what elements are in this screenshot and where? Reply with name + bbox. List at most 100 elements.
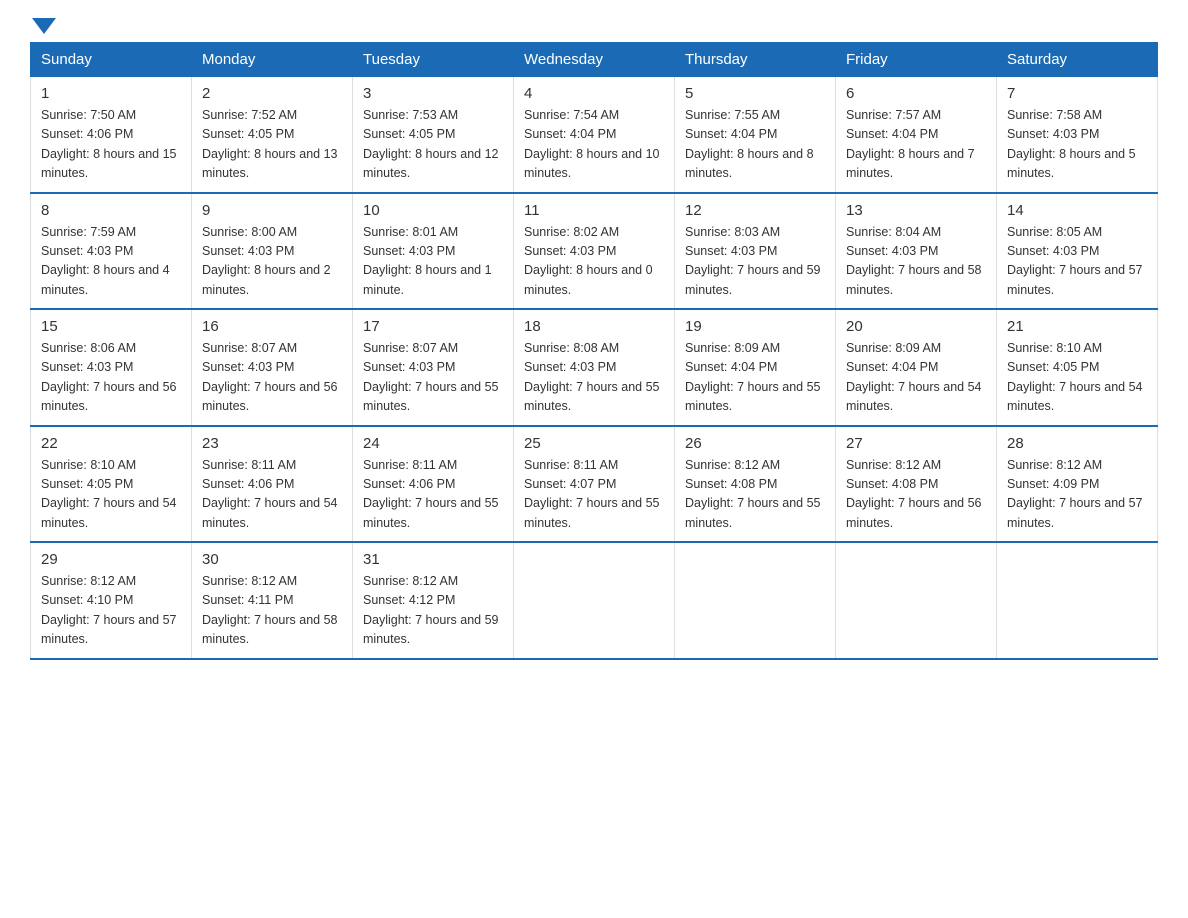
calendar-cell: 9 Sunrise: 8:00 AM Sunset: 4:03 PM Dayli… [192, 193, 353, 310]
day-info: Sunrise: 7:53 AM Sunset: 4:05 PM Dayligh… [363, 106, 503, 184]
day-number: 24 [363, 435, 503, 452]
calendar-cell: 21 Sunrise: 8:10 AM Sunset: 4:05 PM Dayl… [997, 309, 1158, 426]
calendar-cell: 26 Sunrise: 8:12 AM Sunset: 4:08 PM Dayl… [675, 426, 836, 543]
day-info: Sunrise: 7:52 AM Sunset: 4:05 PM Dayligh… [202, 106, 342, 184]
day-info: Sunrise: 8:03 AM Sunset: 4:03 PM Dayligh… [685, 223, 825, 301]
day-number: 16 [202, 318, 342, 335]
calendar-cell: 18 Sunrise: 8:08 AM Sunset: 4:03 PM Dayl… [514, 309, 675, 426]
calendar-cell: 8 Sunrise: 7:59 AM Sunset: 4:03 PM Dayli… [31, 193, 192, 310]
day-info: Sunrise: 8:10 AM Sunset: 4:05 PM Dayligh… [1007, 339, 1147, 417]
weekday-header-thursday: Thursday [675, 43, 836, 77]
day-number: 10 [363, 202, 503, 219]
day-info: Sunrise: 7:58 AM Sunset: 4:03 PM Dayligh… [1007, 106, 1147, 184]
day-info: Sunrise: 8:12 AM Sunset: 4:12 PM Dayligh… [363, 572, 503, 650]
day-number: 22 [41, 435, 181, 452]
day-info: Sunrise: 7:50 AM Sunset: 4:06 PM Dayligh… [41, 106, 181, 184]
day-info: Sunrise: 8:11 AM Sunset: 4:06 PM Dayligh… [202, 456, 342, 534]
day-info: Sunrise: 8:09 AM Sunset: 4:04 PM Dayligh… [685, 339, 825, 417]
week-row-4: 22 Sunrise: 8:10 AM Sunset: 4:05 PM Dayl… [31, 426, 1158, 543]
day-info: Sunrise: 8:02 AM Sunset: 4:03 PM Dayligh… [524, 223, 664, 301]
day-number: 7 [1007, 85, 1147, 102]
day-number: 21 [1007, 318, 1147, 335]
calendar-cell: 25 Sunrise: 8:11 AM Sunset: 4:07 PM Dayl… [514, 426, 675, 543]
day-info: Sunrise: 8:12 AM Sunset: 4:09 PM Dayligh… [1007, 456, 1147, 534]
day-info: Sunrise: 8:04 AM Sunset: 4:03 PM Dayligh… [846, 223, 986, 301]
day-info: Sunrise: 8:11 AM Sunset: 4:07 PM Dayligh… [524, 456, 664, 534]
weekday-header-monday: Monday [192, 43, 353, 77]
day-info: Sunrise: 8:01 AM Sunset: 4:03 PM Dayligh… [363, 223, 503, 301]
day-info: Sunrise: 8:12 AM Sunset: 4:10 PM Dayligh… [41, 572, 181, 650]
day-number: 4 [524, 85, 664, 102]
day-number: 25 [524, 435, 664, 452]
weekday-header-sunday: Sunday [31, 43, 192, 77]
calendar-cell: 12 Sunrise: 8:03 AM Sunset: 4:03 PM Dayl… [675, 193, 836, 310]
day-info: Sunrise: 8:07 AM Sunset: 4:03 PM Dayligh… [363, 339, 503, 417]
day-info: Sunrise: 8:12 AM Sunset: 4:08 PM Dayligh… [685, 456, 825, 534]
day-info: Sunrise: 8:07 AM Sunset: 4:03 PM Dayligh… [202, 339, 342, 417]
day-number: 19 [685, 318, 825, 335]
day-number: 17 [363, 318, 503, 335]
calendar-cell: 1 Sunrise: 7:50 AM Sunset: 4:06 PM Dayli… [31, 77, 192, 193]
calendar-cell: 4 Sunrise: 7:54 AM Sunset: 4:04 PM Dayli… [514, 77, 675, 193]
calendar-cell: 19 Sunrise: 8:09 AM Sunset: 4:04 PM Dayl… [675, 309, 836, 426]
day-number: 5 [685, 85, 825, 102]
calendar-cell: 16 Sunrise: 8:07 AM Sunset: 4:03 PM Dayl… [192, 309, 353, 426]
calendar-cell [836, 542, 997, 659]
day-number: 8 [41, 202, 181, 219]
calendar-cell: 10 Sunrise: 8:01 AM Sunset: 4:03 PM Dayl… [353, 193, 514, 310]
day-number: 26 [685, 435, 825, 452]
day-number: 3 [363, 85, 503, 102]
calendar-cell: 14 Sunrise: 8:05 AM Sunset: 4:03 PM Dayl… [997, 193, 1158, 310]
day-number: 20 [846, 318, 986, 335]
calendar-table: SundayMondayTuesdayWednesdayThursdayFrid… [30, 42, 1158, 660]
calendar-cell: 27 Sunrise: 8:12 AM Sunset: 4:08 PM Dayl… [836, 426, 997, 543]
calendar-cell: 29 Sunrise: 8:12 AM Sunset: 4:10 PM Dayl… [31, 542, 192, 659]
calendar-cell: 31 Sunrise: 8:12 AM Sunset: 4:12 PM Dayl… [353, 542, 514, 659]
calendar-cell [675, 542, 836, 659]
day-number: 14 [1007, 202, 1147, 219]
day-number: 15 [41, 318, 181, 335]
weekday-header-wednesday: Wednesday [514, 43, 675, 77]
calendar-cell: 20 Sunrise: 8:09 AM Sunset: 4:04 PM Dayl… [836, 309, 997, 426]
page-header [30, 20, 1158, 32]
calendar-cell: 3 Sunrise: 7:53 AM Sunset: 4:05 PM Dayli… [353, 77, 514, 193]
calendar-cell: 28 Sunrise: 8:12 AM Sunset: 4:09 PM Dayl… [997, 426, 1158, 543]
calendar-cell: 22 Sunrise: 8:10 AM Sunset: 4:05 PM Dayl… [31, 426, 192, 543]
day-number: 29 [41, 551, 181, 568]
day-number: 30 [202, 551, 342, 568]
logo [30, 20, 56, 32]
day-info: Sunrise: 8:05 AM Sunset: 4:03 PM Dayligh… [1007, 223, 1147, 301]
day-info: Sunrise: 8:10 AM Sunset: 4:05 PM Dayligh… [41, 456, 181, 534]
day-info: Sunrise: 8:12 AM Sunset: 4:11 PM Dayligh… [202, 572, 342, 650]
day-number: 13 [846, 202, 986, 219]
week-row-2: 8 Sunrise: 7:59 AM Sunset: 4:03 PM Dayli… [31, 193, 1158, 310]
calendar-cell [514, 542, 675, 659]
day-number: 27 [846, 435, 986, 452]
day-info: Sunrise: 7:54 AM Sunset: 4:04 PM Dayligh… [524, 106, 664, 184]
weekday-header-tuesday: Tuesday [353, 43, 514, 77]
week-row-1: 1 Sunrise: 7:50 AM Sunset: 4:06 PM Dayli… [31, 77, 1158, 193]
calendar-cell: 7 Sunrise: 7:58 AM Sunset: 4:03 PM Dayli… [997, 77, 1158, 193]
day-info: Sunrise: 7:59 AM Sunset: 4:03 PM Dayligh… [41, 223, 181, 301]
day-number: 9 [202, 202, 342, 219]
day-number: 31 [363, 551, 503, 568]
day-number: 23 [202, 435, 342, 452]
day-info: Sunrise: 8:08 AM Sunset: 4:03 PM Dayligh… [524, 339, 664, 417]
day-info: Sunrise: 8:11 AM Sunset: 4:06 PM Dayligh… [363, 456, 503, 534]
calendar-cell: 11 Sunrise: 8:02 AM Sunset: 4:03 PM Dayl… [514, 193, 675, 310]
calendar-cell: 5 Sunrise: 7:55 AM Sunset: 4:04 PM Dayli… [675, 77, 836, 193]
day-number: 18 [524, 318, 664, 335]
day-number: 28 [1007, 435, 1147, 452]
calendar-cell: 23 Sunrise: 8:11 AM Sunset: 4:06 PM Dayl… [192, 426, 353, 543]
day-info: Sunrise: 7:57 AM Sunset: 4:04 PM Dayligh… [846, 106, 986, 184]
calendar-cell: 17 Sunrise: 8:07 AM Sunset: 4:03 PM Dayl… [353, 309, 514, 426]
day-info: Sunrise: 7:55 AM Sunset: 4:04 PM Dayligh… [685, 106, 825, 184]
day-number: 2 [202, 85, 342, 102]
day-number: 1 [41, 85, 181, 102]
day-number: 12 [685, 202, 825, 219]
day-info: Sunrise: 8:12 AM Sunset: 4:08 PM Dayligh… [846, 456, 986, 534]
day-info: Sunrise: 8:00 AM Sunset: 4:03 PM Dayligh… [202, 223, 342, 301]
day-info: Sunrise: 8:09 AM Sunset: 4:04 PM Dayligh… [846, 339, 986, 417]
weekday-header-friday: Friday [836, 43, 997, 77]
day-number: 11 [524, 202, 664, 219]
